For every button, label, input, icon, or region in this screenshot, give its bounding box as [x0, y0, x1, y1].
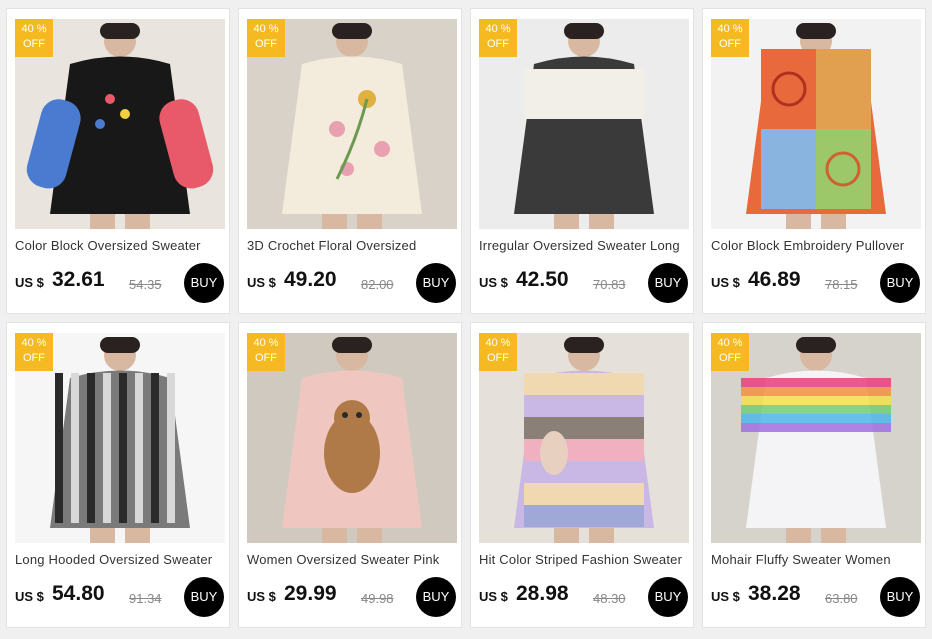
original-price: 63.80: [825, 591, 858, 606]
buy-button[interactable]: BUY: [880, 263, 920, 303]
current-price: 28.98: [516, 582, 569, 605]
discount-off-label: OFF: [719, 352, 741, 364]
original-price: 78.15: [825, 277, 858, 292]
discount-percent: 40 %: [21, 23, 47, 35]
product-title[interactable]: Color Block Embroidery Pullover: [711, 238, 923, 253]
price-currency: US $: [711, 589, 740, 604]
product-title[interactable]: Color Block Oversized Sweater: [15, 238, 227, 253]
original-price: 54.35: [129, 277, 162, 292]
price-row: US $ 42.50 70.83 BUY: [479, 263, 689, 303]
buy-button[interactable]: BUY: [184, 577, 224, 617]
product-image[interactable]: 40 % OFF: [15, 19, 225, 229]
discount-percent: 40 %: [717, 337, 743, 349]
price-row: US $ 38.28 63.80 BUY: [711, 577, 921, 617]
product-grid: 40 % OFF Color Block Oversized Sweater U…: [0, 0, 932, 639]
price-currency: US $: [15, 589, 44, 604]
original-price: 48.30: [593, 591, 626, 606]
discount-off-label: OFF: [23, 352, 45, 364]
price-row: US $ 29.99 49.98 BUY: [247, 577, 457, 617]
product-image[interactable]: 40 % OFF: [247, 19, 457, 229]
current-price: 29.99: [284, 582, 337, 605]
discount-off-label: OFF: [23, 38, 45, 50]
original-price: 70.83: [593, 277, 626, 292]
discount-badge: 40 % OFF: [479, 19, 517, 57]
original-price: 49.98: [361, 591, 394, 606]
price-currency: US $: [15, 275, 44, 290]
current-price: 49.20: [284, 268, 337, 291]
product-title[interactable]: Long Hooded Oversized Sweater: [15, 552, 227, 567]
product-card[interactable]: 40 % OFF Women Oversized Sweater Pink US…: [238, 322, 462, 628]
product-title[interactable]: 3D Crochet Floral Oversized: [247, 238, 459, 253]
discount-percent: 40 %: [485, 23, 511, 35]
price-currency: US $: [711, 275, 740, 290]
product-title[interactable]: Mohair Fluffy Sweater Women: [711, 552, 923, 567]
product-image[interactable]: 40 % OFF: [711, 19, 921, 229]
discount-off-label: OFF: [487, 352, 509, 364]
buy-button[interactable]: BUY: [648, 577, 688, 617]
current-price: 32.61: [52, 268, 105, 291]
original-price: 82.00: [361, 277, 394, 292]
buy-button[interactable]: BUY: [648, 263, 688, 303]
price-row: US $ 54.80 91.34 BUY: [15, 577, 225, 617]
discount-off-label: OFF: [487, 38, 509, 50]
product-card[interactable]: 40 % OFF Color Block Oversized Sweater U…: [6, 8, 230, 314]
buy-button[interactable]: BUY: [184, 263, 224, 303]
product-image[interactable]: 40 % OFF: [15, 333, 225, 543]
buy-button[interactable]: BUY: [416, 263, 456, 303]
current-price: 54.80: [52, 582, 105, 605]
product-card[interactable]: 40 % OFF Irregular Oversized Sweater Lon…: [470, 8, 694, 314]
price-currency: US $: [247, 589, 276, 604]
price-currency: US $: [247, 275, 276, 290]
discount-percent: 40 %: [21, 337, 47, 349]
product-card[interactable]: 40 % OFF Hit Color Striped Fashion Sweat…: [470, 322, 694, 628]
product-image[interactable]: 40 % OFF: [247, 333, 457, 543]
product-image[interactable]: 40 % OFF: [479, 333, 689, 543]
discount-badge: 40 % OFF: [247, 19, 285, 57]
product-title[interactable]: Irregular Oversized Sweater Long: [479, 238, 691, 253]
original-price: 91.34: [129, 591, 162, 606]
product-card[interactable]: 40 % OFF Long Hooded Oversized Sweater U…: [6, 322, 230, 628]
current-price: 46.89: [748, 268, 801, 291]
discount-badge: 40 % OFF: [711, 19, 749, 57]
price-row: US $ 28.98 48.30 BUY: [479, 577, 689, 617]
product-title[interactable]: Hit Color Striped Fashion Sweater: [479, 552, 691, 567]
discount-badge: 40 % OFF: [247, 333, 285, 371]
price-row: US $ 32.61 54.35 BUY: [15, 263, 225, 303]
discount-badge: 40 % OFF: [15, 19, 53, 57]
current-price: 38.28: [748, 582, 801, 605]
product-card[interactable]: 40 % OFF Mohair Fluffy Sweater Women US …: [702, 322, 926, 628]
discount-badge: 40 % OFF: [711, 333, 749, 371]
discount-badge: 40 % OFF: [15, 333, 53, 371]
discount-percent: 40 %: [485, 337, 511, 349]
discount-off-label: OFF: [255, 352, 277, 364]
discount-percent: 40 %: [253, 337, 279, 349]
discount-percent: 40 %: [253, 23, 279, 35]
product-image[interactable]: 40 % OFF: [711, 333, 921, 543]
discount-badge: 40 % OFF: [479, 333, 517, 371]
product-card[interactable]: 40 % OFF Color Block Embroidery Pullover…: [702, 8, 926, 314]
price-currency: US $: [479, 589, 508, 604]
current-price: 42.50: [516, 268, 569, 291]
price-currency: US $: [479, 275, 508, 290]
price-row: US $ 46.89 78.15 BUY: [711, 263, 921, 303]
discount-off-label: OFF: [719, 38, 741, 50]
product-card[interactable]: 40 % OFF 3D Crochet Floral Oversized US …: [238, 8, 462, 314]
product-image[interactable]: 40 % OFF: [479, 19, 689, 229]
product-title[interactable]: Women Oversized Sweater Pink: [247, 552, 459, 567]
discount-percent: 40 %: [717, 23, 743, 35]
buy-button[interactable]: BUY: [416, 577, 456, 617]
discount-off-label: OFF: [255, 38, 277, 50]
buy-button[interactable]: BUY: [880, 577, 920, 617]
price-row: US $ 49.20 82.00 BUY: [247, 263, 457, 303]
